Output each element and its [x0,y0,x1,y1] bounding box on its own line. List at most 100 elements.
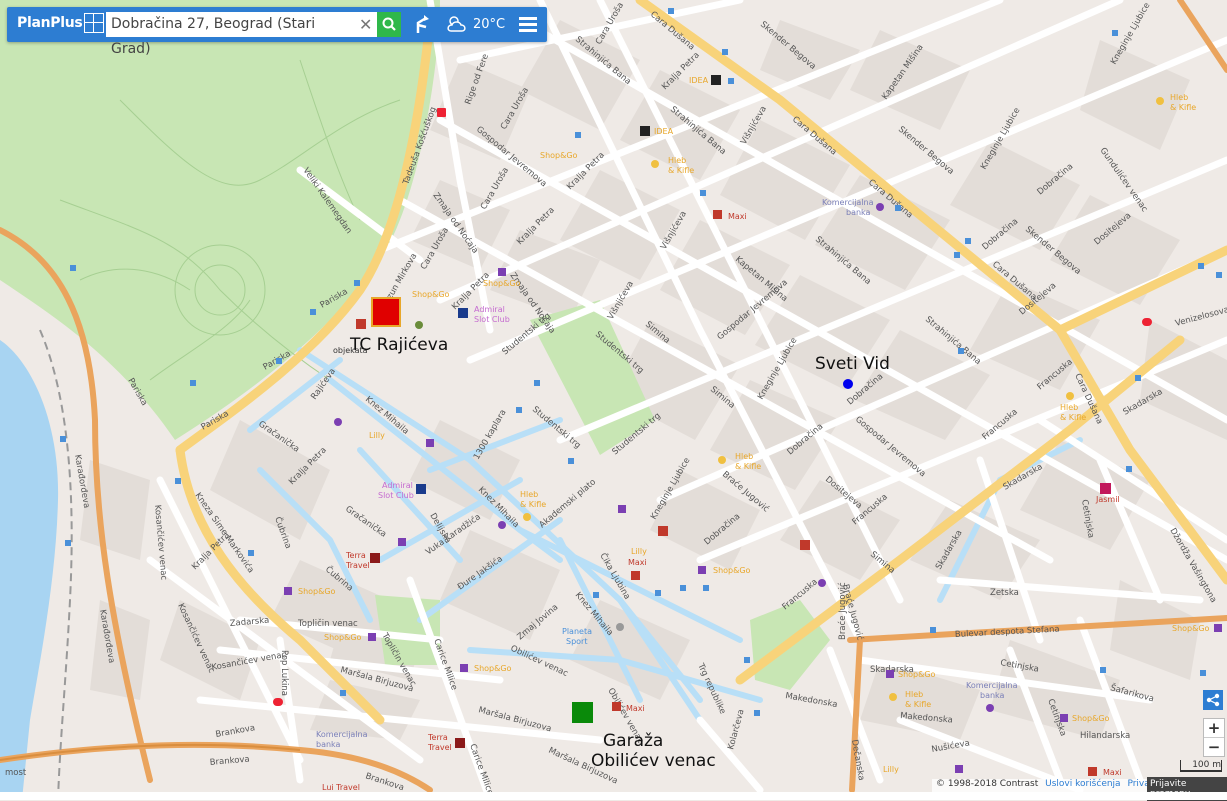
poi-lilly-3: Lilly [883,765,899,774]
share-button[interactable] [1203,690,1223,710]
marker-tc-rajiceva[interactable] [371,297,401,327]
grid-icon[interactable] [84,13,104,33]
poi-idea-1: IDEA [689,76,709,85]
marker-label-garaza-2: Obilićev venac [591,751,716,771]
poi-jasmil: Jasmil [1095,495,1120,504]
poi-shopgo-5: Shop&Go [298,587,336,596]
poi-shopgo-9: Shop&Go [1072,714,1110,723]
poi-hleb-3b: & Kifle [735,462,761,471]
map-credits: © 1998-2018 Contrast Uslovi korišćenja P… [932,779,1177,792]
poi-terra-1a: Terra [345,551,366,560]
top-toolbar: PlanPlus Dobračina 27, Beograd (Stari Gr… [7,7,547,57]
weather-widget[interactable] [445,14,471,38]
poi-planeta-b: Sport [566,637,587,646]
poi-lui-travel: Lui Travel [322,783,360,792]
poi-maxi-3: Maxi [626,704,645,713]
admiral-icon-2 [416,484,426,494]
poi-hleb-3a: Hleb [735,452,753,461]
admiral-icon [458,308,468,318]
temperature-label: 20°C [473,17,506,32]
idea-store-icon-2 [640,126,650,136]
poi-komercijalna-1b: banka [846,208,871,217]
poi-hleb-1a: Hleb [668,156,686,165]
poi-hleb-5a: Hleb [1060,403,1078,412]
poi-hleb-4b: & Kifle [520,500,546,509]
bakery-icon [651,160,659,168]
rail-icon [1142,318,1152,326]
bakery-icon-6 [889,693,897,701]
poi-admiral-1a: Admiral [474,305,505,314]
poi-terra-1b: Travel [345,561,370,570]
poi-maxi-2: Maxi [628,558,647,567]
share-icon [1206,693,1220,707]
bakery-icon-5 [1066,392,1074,400]
search-button[interactable] [377,12,401,37]
bakery-icon-4 [523,513,531,521]
poi-shopgo-1: Shop&Go [412,290,450,299]
theatre-icon [616,623,624,631]
poi-admiral-2b: Slot Club [378,491,414,500]
poi-lilly-2: Lilly [631,547,647,556]
maxi-icon-3 [612,702,621,711]
zoom-in-button[interactable]: + [1204,719,1224,738]
poi-komercijalna-2a: Komercijalna [966,681,1018,690]
bottom-strip [0,792,1227,800]
poi-shopgo-10: Shop&Go [1172,624,1210,633]
search-icon [382,17,396,31]
poi-shopgo-4: Shop&Go [713,566,751,575]
poi-lilly-1: Lilly [369,431,385,440]
search-input[interactable]: Dobračina 27, Beograd (Stari Grad) [106,12,377,57]
marker-label-tc-rajiceva: TC Rajićeva [349,335,448,355]
poi-terra-2a: Terra [427,733,448,742]
bakery-icon-3 [718,456,726,464]
zoom-out-button[interactable]: − [1204,738,1224,756]
poi-hleb-2b: & Kifle [1170,103,1196,112]
maxi-icon-2 [631,571,640,580]
marker-garaza[interactable] [572,702,593,723]
zoom-control: + − [1203,718,1225,757]
marker-sveti-vid[interactable] [843,379,853,389]
poi-hleb-2a: Hleb [1170,93,1188,102]
route-button[interactable] [412,15,432,39]
route-icon [416,15,429,33]
street-label-hilandarska: Hilandarska [1080,731,1130,741]
poi-hleb-4a: Hleb [520,490,538,499]
brand-logo[interactable]: PlanPlus [17,15,83,31]
poi-maxi-4: Maxi [1103,768,1122,777]
scale-bar: 100 m [1180,760,1222,772]
poi-shopgo-8: Shop&Go [898,670,936,679]
poi-komercijalna-2b: banka [980,691,1005,700]
terra-travel-icon-2 [455,738,465,748]
poi-shopgo-3: Shop&Go [540,151,578,160]
subway-icon [437,108,446,117]
partly-cloudy-icon [447,16,466,32]
copyright-text: © 1998-2018 Contrast [936,779,1039,789]
street-label-most: most [5,768,27,778]
poi-hleb-6b: & Kifle [905,700,931,709]
street-label-brace-jugovic-3: Braće Jugović [837,582,848,640]
clear-search-icon[interactable]: ✕ [359,15,372,34]
poi-idea-2: IDEA [654,127,674,136]
street-label-pop-lukina: Pop Lukina [279,650,289,696]
museum-icon [800,540,810,550]
poi-hleb-5b: & Kifle [1060,413,1086,422]
maxi-icon-4 [1088,767,1097,776]
poi-komercijalna-3b: banka [316,740,341,749]
street-label-toplicin: Topličin venac [297,618,358,629]
marker-label-garaza-1: Garaža [603,731,663,751]
rail-icon-2 [273,698,283,706]
map-canvas[interactable]: Cara Dušana Cara Dušana Cara Dušana Cara… [0,0,1227,800]
hamburger-menu-icon[interactable] [519,17,537,32]
poi-admiral-2a: Admiral [382,481,413,490]
poi-planeta-a: Planeta [562,627,592,636]
terra-travel-icon [370,553,380,563]
church-icon [658,526,668,536]
poi-komercijalna-1a: Komercijalna [822,198,874,207]
jasmil-icon [1100,483,1111,494]
poi-shopgo-6: Shop&Go [324,633,362,642]
street-label-zetska: Zetska [990,588,1019,598]
maxi-icon [713,210,722,219]
poi-hleb-6a: Hleb [905,690,923,699]
terms-link[interactable]: Uslovi korišćenja [1045,779,1120,789]
poi-shopgo-7: Shop&Go [474,664,512,673]
